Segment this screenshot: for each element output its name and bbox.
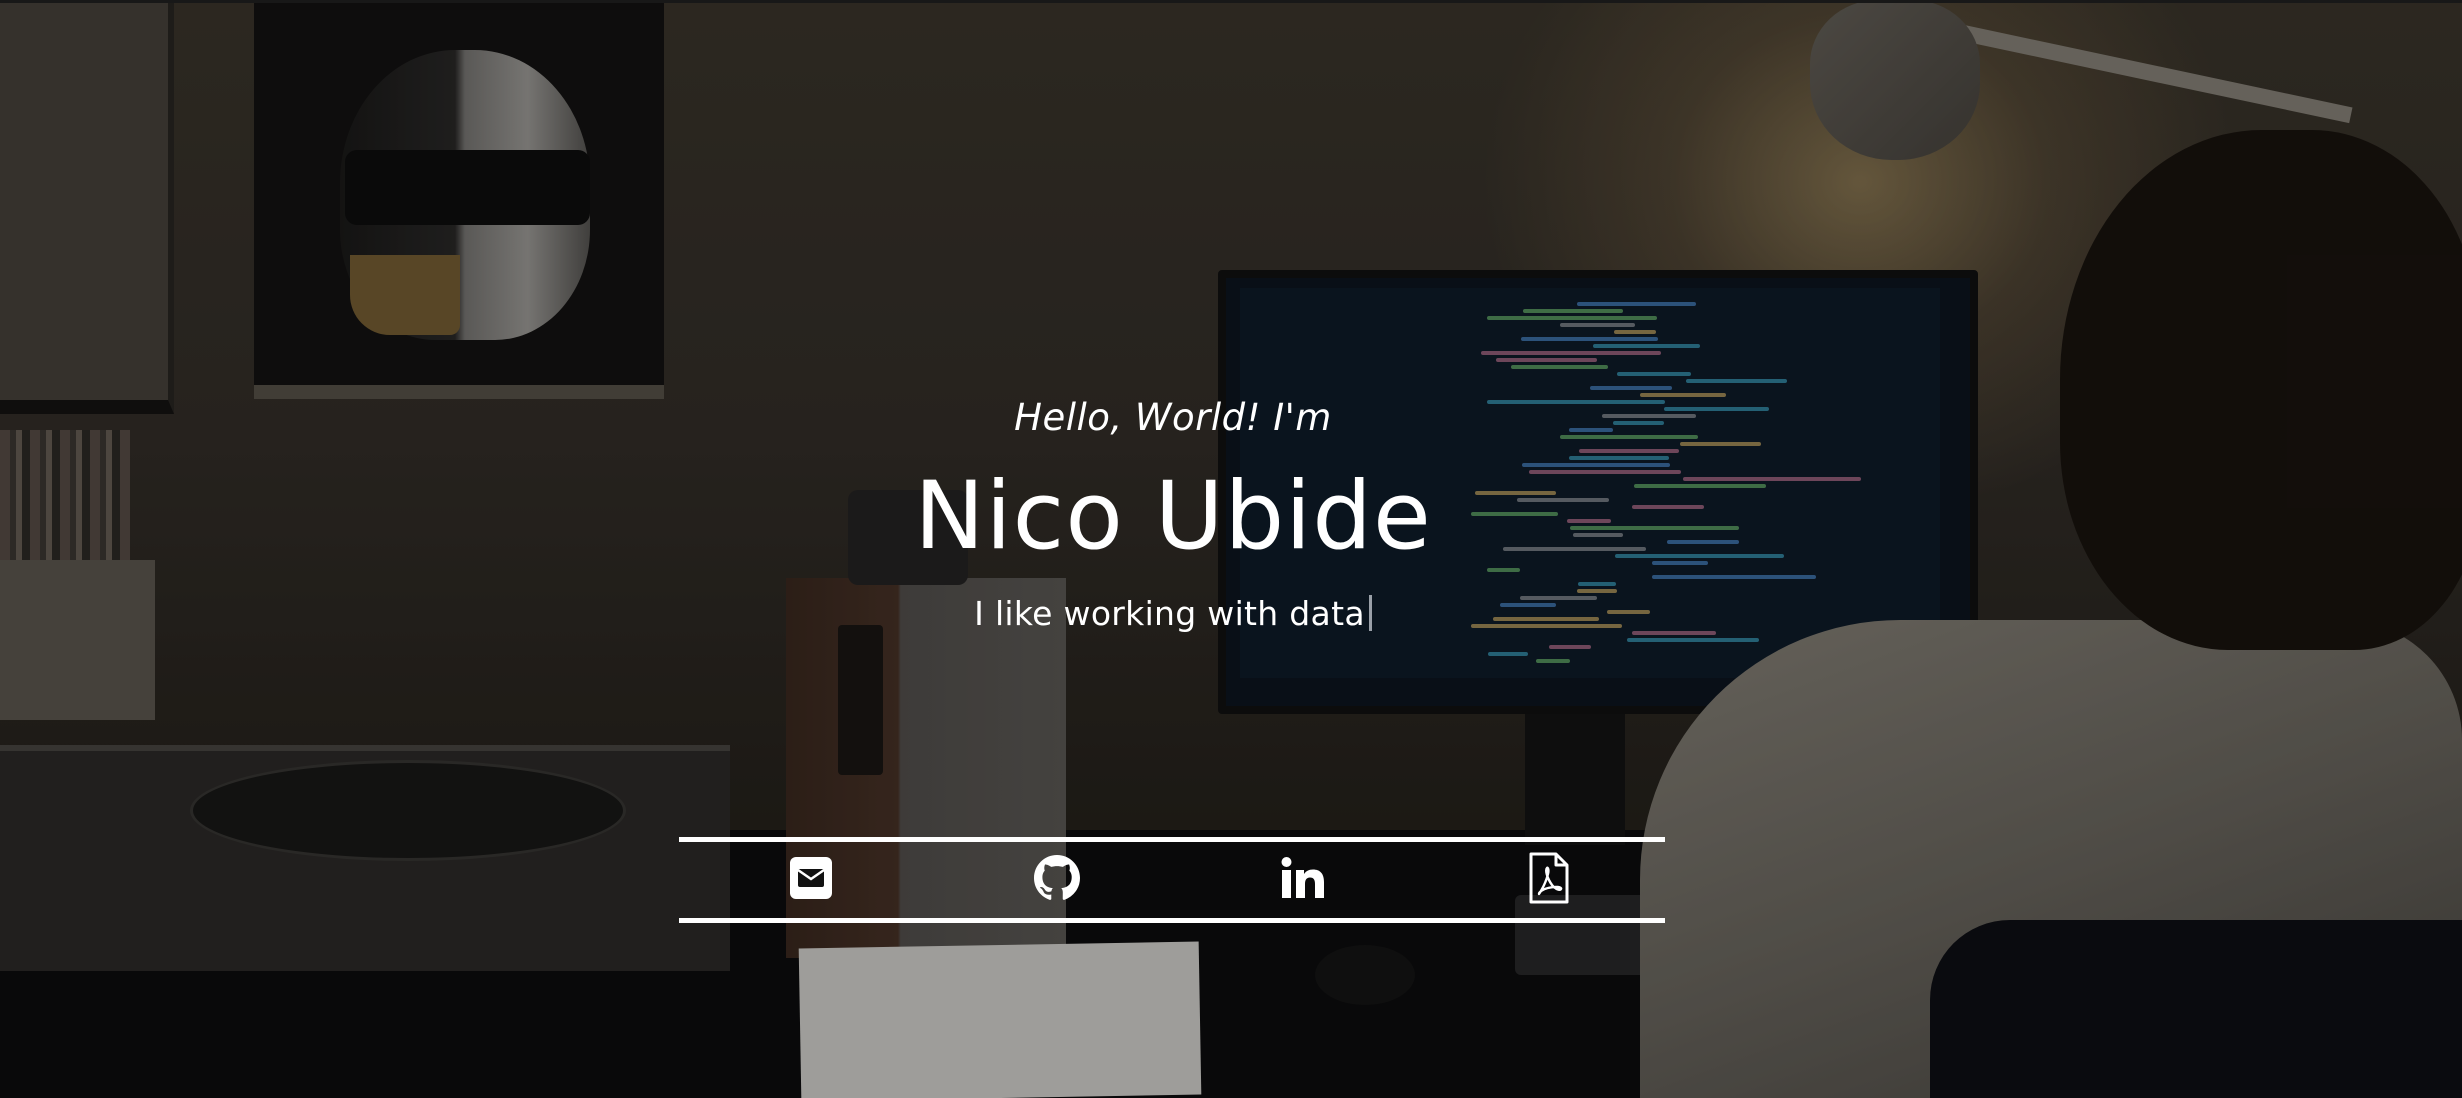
greeting-text: Hello, World! I'm <box>1014 396 1332 439</box>
github-icon <box>1034 855 1080 901</box>
social-links-bar <box>679 837 1665 923</box>
linkedin-link[interactable] <box>1273 848 1333 908</box>
envelope-icon <box>789 856 833 900</box>
linkedin-icon <box>1280 856 1326 900</box>
resume-pdf-link[interactable] <box>1519 848 1579 908</box>
email-link[interactable] <box>781 848 841 908</box>
tagline: I like working with data <box>0 594 2346 633</box>
github-link[interactable] <box>1027 848 1087 908</box>
hero-content: Hello, World! I'm Nico Ubide I like work… <box>0 0 2462 1098</box>
pdf-icon <box>1528 852 1570 904</box>
page-title: Nico Ubide <box>914 462 1432 571</box>
typing-cursor <box>1368 595 1372 631</box>
tagline-text: I like working with data <box>974 594 1365 633</box>
hero-section: Hello, World! I'm Nico Ubide I like work… <box>0 0 2462 1098</box>
